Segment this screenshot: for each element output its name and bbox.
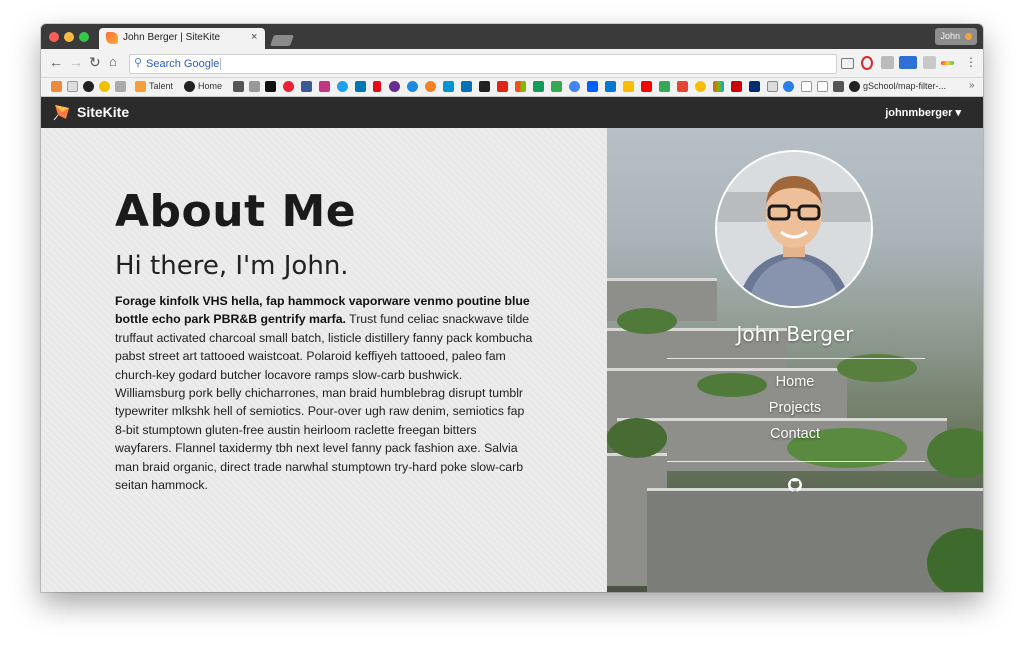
bookmark-amazon-icon[interactable] <box>801 81 812 92</box>
timer-extension-icon[interactable] <box>899 56 917 69</box>
browser-toolbar: ← → ↻ ⌂ ⚲ Search Google ☆ ⋮ <box>41 49 983 78</box>
bookmark-app-icon[interactable] <box>283 81 294 92</box>
profile-avatar <box>715 150 873 308</box>
bookmark-app7-icon[interactable] <box>533 81 544 92</box>
bookmark-gschool-icon <box>849 81 860 92</box>
nav-link-contact[interactable]: Contact <box>607 426 983 442</box>
extension-chat-icon[interactable] <box>881 56 894 69</box>
cast-icon[interactable] <box>841 58 854 69</box>
bookmark-microsoft-icon[interactable] <box>515 81 526 92</box>
tab-title: John Berger | SiteKite <box>123 32 221 43</box>
bookmark-linkedin-icon[interactable] <box>355 81 366 92</box>
browser-window: John Berger | SiteKite × John ← → ↻ ⌂ ⚲ … <box>41 24 983 592</box>
bookmark-reddit-icon[interactable] <box>249 81 260 92</box>
bookmark-app2-icon[interactable] <box>389 81 400 92</box>
bookmark-instagram-icon[interactable] <box>319 81 330 92</box>
window-minimize-button[interactable] <box>64 32 74 42</box>
bookmark-citi-icon[interactable] <box>461 81 472 92</box>
user-menu-dropdown[interactable]: johnmberger ▾ <box>885 106 961 119</box>
bookmarks-bar: Talent Home gSchool/map-filter-... » <box>41 78 983 97</box>
bookmark-codepen-icon[interactable] <box>233 81 244 92</box>
bookmark-sync-icon[interactable] <box>783 81 794 92</box>
divider <box>667 358 925 359</box>
bookmark-mlb-icon[interactable] <box>749 81 760 92</box>
bookmark-drive-icon[interactable] <box>623 81 634 92</box>
forward-icon[interactable]: → <box>69 54 83 70</box>
browser-tab-active[interactable]: John Berger | SiteKite × <box>99 28 265 49</box>
bio-paragraph: Forage kinfolk VHS hella, fap hammock va… <box>115 292 535 494</box>
new-tab-button[interactable] <box>269 35 295 46</box>
reload-icon[interactable]: ↻ <box>89 54 101 70</box>
bookmark-app4-icon[interactable] <box>425 81 436 92</box>
bookmark-home-icon <box>184 81 195 92</box>
bookmark-app9-icon[interactable] <box>569 81 580 92</box>
window-maximize-button[interactable] <box>79 32 89 42</box>
bookmark-app12-icon[interactable] <box>713 81 724 92</box>
tab-strip: John Berger | SiteKite × John <box>41 24 983 49</box>
address-bar-placeholder: Search Google <box>146 58 220 70</box>
bookmark-app11-icon[interactable] <box>695 81 706 92</box>
bookmark-app8-icon[interactable] <box>551 81 562 92</box>
bookmark-imdb-icon[interactable] <box>265 81 276 92</box>
bookmark-x-icon[interactable] <box>479 81 490 92</box>
bio-body: Trust fund celiac snackwave tilde truffa… <box>115 312 533 493</box>
home-icon[interactable]: ⌂ <box>109 54 117 70</box>
bookmark-page-icon[interactable] <box>115 81 126 92</box>
nav-link-home[interactable]: Home <box>607 374 983 390</box>
profile-button[interactable]: John <box>935 28 977 45</box>
profile-sidebar: John Berger Home Projects Contact <box>607 128 983 592</box>
divider <box>667 461 925 462</box>
bookmark-app3-icon[interactable] <box>407 81 418 92</box>
bookmark-doc-icon[interactable] <box>767 81 778 92</box>
profile-photo <box>717 152 871 306</box>
about-section: About Me Hi there, I'm John. Forage kinf… <box>41 128 607 592</box>
bookmark-twitter-icon[interactable] <box>337 81 348 92</box>
bookmark-github-icon[interactable] <box>83 81 94 92</box>
address-bar[interactable]: ⚲ Search Google ☆ <box>129 54 919 74</box>
window-close-button[interactable] <box>49 32 59 42</box>
bookmark-talent-icon <box>135 81 146 92</box>
back-icon[interactable]: ← <box>49 54 63 70</box>
bookmark-wikipedia-icon[interactable] <box>817 81 828 92</box>
bookmark-home[interactable]: Home <box>198 81 222 91</box>
profile-label: John <box>940 31 960 41</box>
bookmark-gschool[interactable]: gSchool/map-filter-... <box>863 81 946 91</box>
greeting-subtitle: Hi there, I'm John. <box>115 251 349 281</box>
page-title: About Me <box>115 186 357 237</box>
bookmark-sitekite-icon[interactable] <box>51 81 62 92</box>
github-icon[interactable] <box>788 478 802 492</box>
bookmark-search-icon[interactable] <box>67 81 78 92</box>
kite-logo-icon[interactable] <box>53 103 71 121</box>
bookmark-maps-icon[interactable] <box>659 81 670 92</box>
bookmark-facebook-icon[interactable] <box>301 81 312 92</box>
site-navbar: SiteKite johnmberger ▾ <box>41 97 983 128</box>
menu-kebab-icon[interactable]: ⋮ <box>965 54 977 70</box>
profile-avatar-icon <box>964 33 972 40</box>
profile-name: John Berger <box>736 322 854 346</box>
bookmark-onedrive-icon[interactable] <box>605 81 616 92</box>
extension-k-icon[interactable] <box>923 56 936 69</box>
bookmark-dropbox-icon[interactable] <box>587 81 598 92</box>
bookmark-app6-icon[interactable] <box>497 81 508 92</box>
bookmark-emoji-icon[interactable] <box>99 81 110 92</box>
bookmark-netflix-icon[interactable] <box>373 81 381 92</box>
sitekite-favicon-icon <box>106 32 118 44</box>
bookmark-app14-icon[interactable] <box>833 81 844 92</box>
address-bar-divider <box>220 58 221 70</box>
extension-arc-icon[interactable] <box>941 61 954 65</box>
bookmarks-overflow-button[interactable]: » <box>969 80 975 91</box>
tab-close-button[interactable]: × <box>251 31 257 43</box>
bookmark-app10-icon[interactable] <box>677 81 688 92</box>
bookmark-app13-icon[interactable] <box>731 81 742 92</box>
bookmark-app5-icon[interactable] <box>443 81 454 92</box>
opera-icon[interactable] <box>861 56 873 70</box>
nav-link-projects[interactable]: Projects <box>607 400 983 416</box>
bookmark-youtube-icon[interactable] <box>641 81 652 92</box>
search-icon: ⚲ <box>134 57 143 69</box>
brand-name[interactable]: SiteKite <box>77 104 129 120</box>
bookmark-talent[interactable]: Talent <box>149 81 173 91</box>
